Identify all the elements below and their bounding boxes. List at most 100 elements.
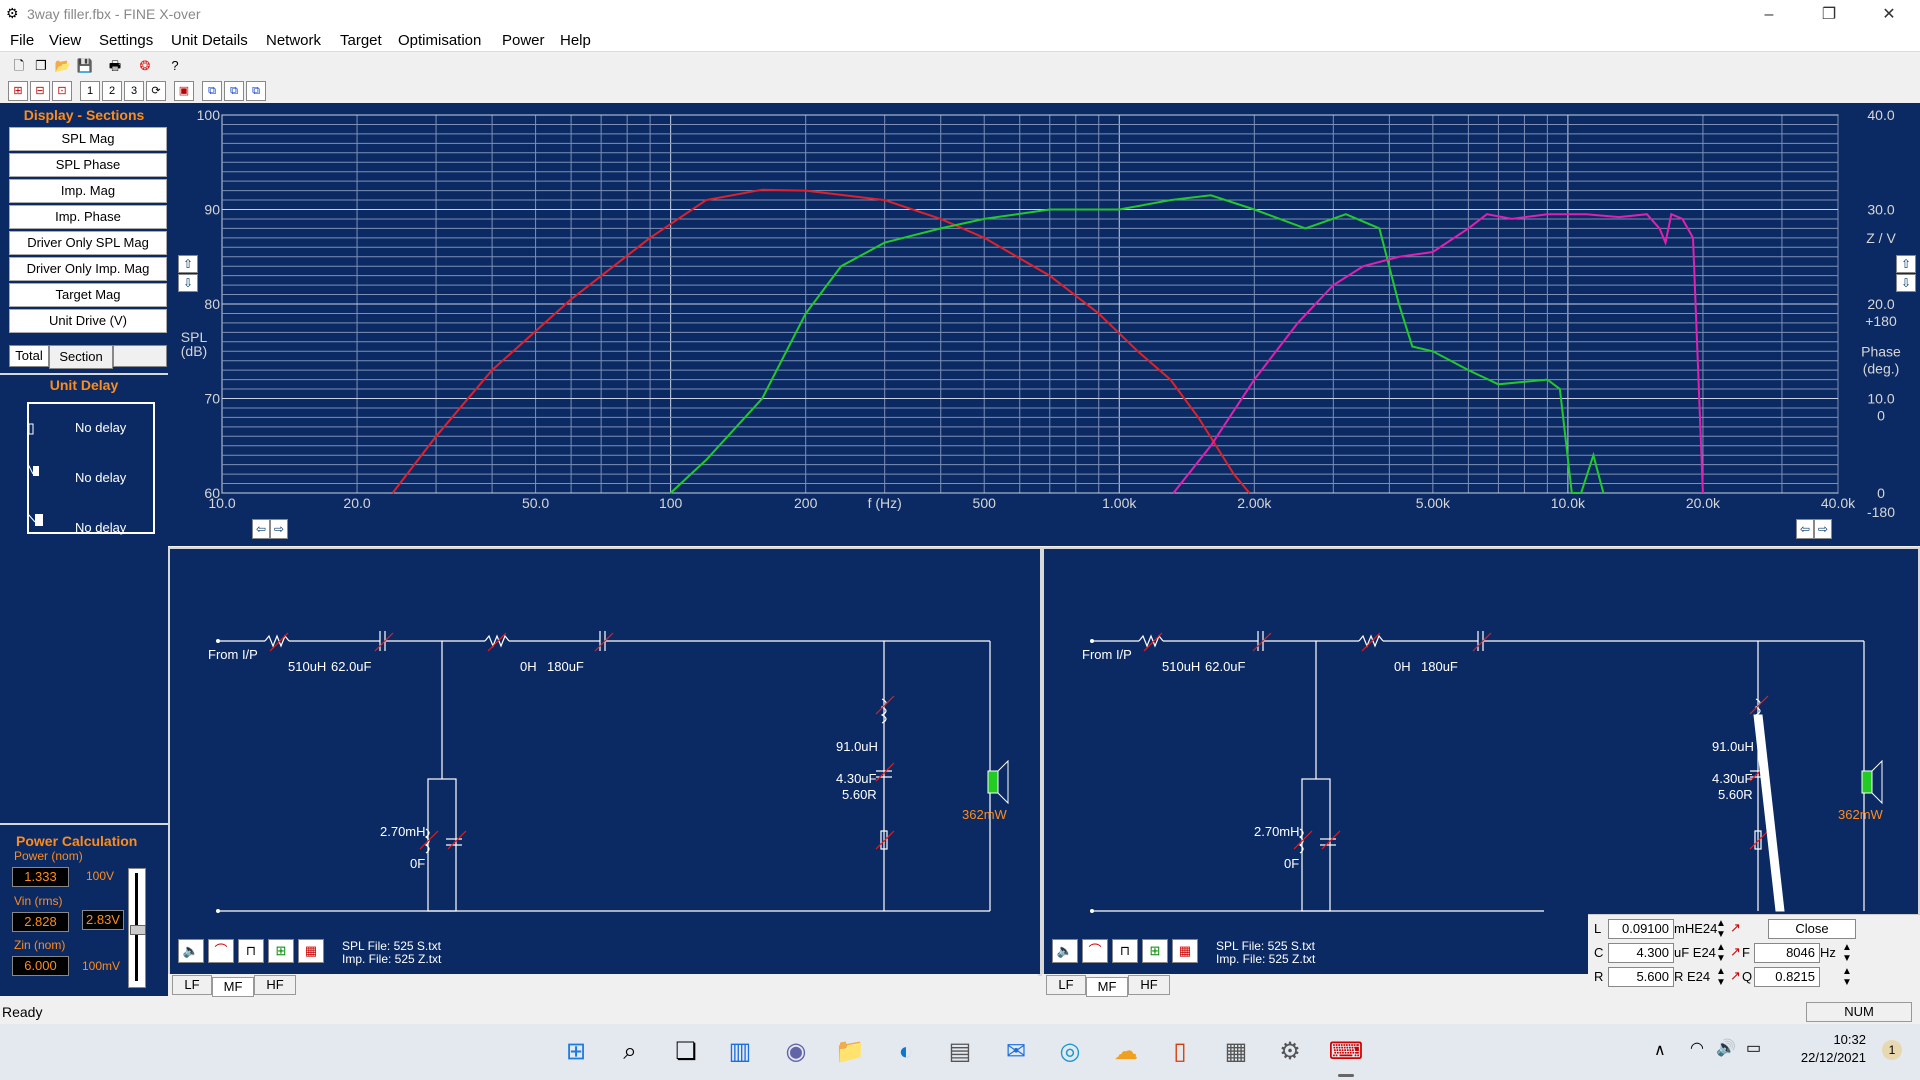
widgets-icon[interactable]: ▥ xyxy=(722,1034,758,1070)
zin-value[interactable]: 6.000 xyxy=(12,956,69,976)
refresh-icon[interactable]: ⟳ xyxy=(146,81,166,101)
app-search-icon[interactable]: ◎ xyxy=(1052,1034,1088,1070)
notification-badge[interactable]: 1 xyxy=(1882,1040,1902,1060)
x-scroll-left-icon[interactable]: ⇦ xyxy=(252,519,270,539)
filter-icon[interactable]: ⊞ xyxy=(1142,939,1168,963)
delay-item-1[interactable]: No delay xyxy=(75,420,126,435)
q-value-input[interactable]: 0.8215 xyxy=(1754,967,1820,987)
calculator-icon[interactable]: ▦ xyxy=(1218,1034,1254,1070)
menu-file[interactable]: File xyxy=(10,32,34,49)
grid-icon[interactable]: ▦ xyxy=(1172,939,1198,963)
mail-icon[interactable]: ✉ xyxy=(998,1034,1034,1070)
power-value[interactable]: 1.333 xyxy=(12,867,69,887)
network-icon[interactable]: ⧉ xyxy=(202,81,222,101)
l2-value[interactable]: 0H xyxy=(520,659,537,674)
imp-mag-button[interactable]: Imp. Mag xyxy=(9,179,167,203)
l1-value[interactable]: 510uH xyxy=(1162,659,1200,674)
copy-icon[interactable]: ❐ xyxy=(30,55,52,77)
vin-box[interactable]: 2.83V xyxy=(82,910,124,930)
curve-icon[interactable]: ⌒ xyxy=(1082,939,1108,963)
tab-hf[interactable]: HF xyxy=(254,975,296,995)
print-icon[interactable]: 🖶 xyxy=(104,55,126,77)
network-icon[interactable]: ⧉ xyxy=(224,81,244,101)
network-icon[interactable]: ⧉ xyxy=(246,81,266,101)
color-wheel-icon[interactable]: ❂ xyxy=(134,55,156,77)
c1-value[interactable]: 62.0uF xyxy=(1205,659,1245,674)
view-2-icon[interactable]: 2 xyxy=(102,81,122,101)
close-icon[interactable]: ✕ xyxy=(1866,3,1912,27)
slider-thumb[interactable] xyxy=(130,925,146,935)
help-icon[interactable]: ? xyxy=(164,55,186,77)
box-icon[interactable]: ⊓ xyxy=(1112,939,1138,963)
tab-hf[interactable]: HF xyxy=(1128,975,1170,995)
y-scroll-down-icon[interactable]: ⇩ xyxy=(178,274,198,292)
csh-value[interactable]: 0F xyxy=(410,856,425,871)
tab-mf[interactable]: MF xyxy=(212,977,254,997)
minimize-icon[interactable]: – xyxy=(1746,3,1792,27)
y-scroll-down-icon[interactable]: ⇩ xyxy=(1896,274,1916,292)
r3-value[interactable]: 5.60R xyxy=(1718,787,1753,802)
chart-section-icon[interactable]: ⊡ xyxy=(52,81,72,101)
spl-mag-button[interactable]: SPL Mag xyxy=(9,127,167,151)
battery-icon[interactable]: ▭ xyxy=(1746,1038,1761,1058)
c3-value[interactable]: 4.30uF xyxy=(1712,771,1752,786)
c-spinner-icon[interactable]: ▲ ▼ xyxy=(1716,942,1726,964)
c1-value[interactable]: 62.0uF xyxy=(331,659,371,674)
edge-icon[interactable]: ◐ xyxy=(888,1034,924,1070)
spl-phase-button[interactable]: SPL Phase xyxy=(9,153,167,177)
delay-item-2[interactable]: No delay xyxy=(75,470,126,485)
tab-mf[interactable]: MF xyxy=(1086,977,1128,997)
csh-value[interactable]: 0F xyxy=(1284,856,1299,871)
box-icon[interactable]: ⊓ xyxy=(238,939,264,963)
f-value-input[interactable]: 8046 xyxy=(1754,943,1820,963)
l2-value[interactable]: 0H xyxy=(1394,659,1411,674)
view-3-icon[interactable]: 3 xyxy=(124,81,144,101)
c-optimise-icon[interactable]: ↗ xyxy=(1730,944,1741,960)
clock-date[interactable]: 22/12/2021 xyxy=(1790,1050,1866,1065)
menu-target[interactable]: Target xyxy=(340,32,382,49)
x-scroll-right-icon[interactable]: ⇨ xyxy=(1814,519,1832,539)
tab-lf[interactable]: LF xyxy=(1046,975,1086,995)
chart-section-icon[interactable]: ⊞ xyxy=(8,81,28,101)
delay-item-3[interactable]: No delay xyxy=(75,520,126,535)
lsh-value[interactable]: 2.70mH xyxy=(380,824,426,839)
weather-icon[interactable]: ☁ xyxy=(1108,1034,1144,1070)
y-scroll-up-icon[interactable]: ⇧ xyxy=(178,255,198,273)
close-button[interactable]: Close xyxy=(1768,919,1856,939)
x-scroll-right-icon[interactable]: ⇨ xyxy=(270,519,288,539)
tab-lf[interactable]: LF xyxy=(172,975,212,995)
driver-only-spl-mag-button[interactable]: Driver Only SPL Mag xyxy=(9,231,167,255)
r-value-input[interactable]: 5.600 xyxy=(1608,967,1674,987)
q-spinner-icon[interactable]: ▲ ▼ xyxy=(1842,966,1852,988)
wifi-icon[interactable]: ◠ xyxy=(1690,1038,1704,1058)
curve-icon[interactable]: ⌒ xyxy=(208,939,234,963)
total-tab[interactable]: Total xyxy=(9,345,49,367)
imp-phase-button[interactable]: Imp. Phase xyxy=(9,205,167,229)
l-optimise-icon[interactable]: ↗ xyxy=(1730,920,1741,936)
l3-value[interactable]: 91.0uH xyxy=(836,739,878,754)
view-1-icon[interactable]: 1 xyxy=(80,81,100,101)
menu-power[interactable]: Power xyxy=(502,32,545,49)
chevron-up-icon[interactable]: ∧ xyxy=(1654,1040,1666,1060)
speaker-icon[interactable]: 🔈 xyxy=(1052,939,1078,963)
c-value-input[interactable]: 4.300 xyxy=(1608,943,1674,963)
maximize-icon[interactable]: ❐ xyxy=(1806,3,1852,27)
search-icon[interactable]: ⌕ xyxy=(612,1034,648,1070)
r3-value[interactable]: 5.60R xyxy=(842,787,877,802)
filter-icon[interactable]: ⊞ xyxy=(268,939,294,963)
c2-value[interactable]: 180uF xyxy=(1421,659,1458,674)
store-icon[interactable]: ▤ xyxy=(942,1034,978,1070)
menu-unit-details[interactable]: Unit Details xyxy=(171,32,248,49)
layout-icon[interactable]: ▣ xyxy=(174,81,194,101)
open-folder-icon[interactable]: 📂 xyxy=(52,55,74,77)
menu-help[interactable]: Help xyxy=(560,32,591,49)
chart-section-icon[interactable]: ⊟ xyxy=(30,81,50,101)
section-tab[interactable]: Section xyxy=(49,345,113,369)
r-optimise-icon[interactable]: ↗ xyxy=(1730,968,1741,984)
x-scroll-left-icon[interactable]: ⇦ xyxy=(1796,519,1814,539)
c3-value[interactable]: 4.30uF xyxy=(836,771,876,786)
driver-only-imp-mag-button[interactable]: Driver Only Imp. Mag xyxy=(9,257,167,281)
chat-icon[interactable]: ◉ xyxy=(778,1034,814,1070)
file-explorer-icon[interactable]: 📁 xyxy=(832,1034,868,1070)
l-spinner-icon[interactable]: ▲ ▼ xyxy=(1716,918,1726,940)
